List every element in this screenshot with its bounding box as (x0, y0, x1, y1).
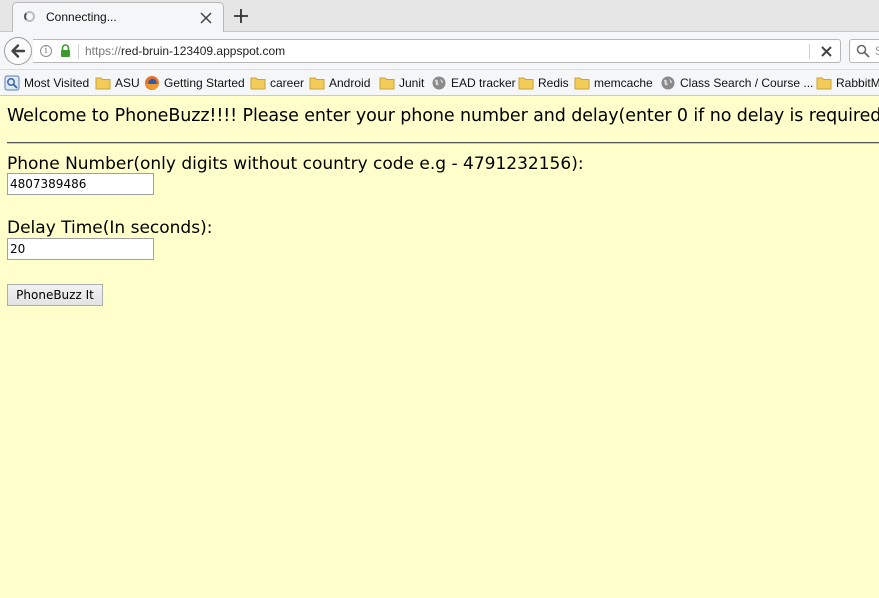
bookmark-label: Getting Started (164, 76, 245, 90)
welcome-heading: Welcome to PhoneBuzz!!!! Please enter yo… (7, 106, 879, 126)
url-host: red-bruin-123409.appspot.com (121, 44, 286, 58)
back-arrow-icon (11, 44, 26, 58)
new-tab-icon[interactable] (232, 7, 250, 25)
folder-icon (95, 77, 111, 90)
search-placeholder: S (875, 44, 879, 58)
globe-icon (661, 76, 675, 90)
folder-icon (518, 77, 534, 90)
navigation-bar: i https://red-bruin-123409.appspot.com S (0, 32, 879, 70)
most-visited-icon (4, 75, 20, 91)
bookmarks-bar: Most Visited ASU Getting Started career … (0, 70, 879, 96)
firefox-icon (145, 76, 159, 90)
back-button[interactable] (4, 37, 32, 65)
bookmark-label: career (270, 76, 305, 90)
bookmark-label: Class Search / Course ... (680, 76, 814, 90)
bookmark-label: EAD tracker (451, 76, 516, 90)
folder-icon (250, 77, 266, 90)
url-separator (78, 44, 79, 59)
close-tab-icon[interactable] (199, 11, 213, 25)
stop-icon[interactable] (819, 44, 834, 59)
horizontal-rule (7, 142, 879, 144)
phone-number-input[interactable] (7, 173, 154, 195)
phone-number-label: Phone Number(only digits without country… (7, 154, 584, 174)
delay-time-input[interactable] (7, 238, 154, 260)
lock-icon[interactable] (60, 44, 71, 58)
bookmark-label: memcache (594, 76, 653, 90)
url-protocol: https:// (85, 44, 122, 58)
loading-spinner-icon (24, 11, 35, 22)
page-content: Welcome to PhoneBuzz!!!! Please enter yo… (0, 97, 879, 598)
bookmark-label: ASU (115, 76, 140, 90)
search-icon (856, 44, 870, 58)
delay-time-label: Delay Time(In seconds): (7, 218, 213, 238)
globe-icon (432, 76, 446, 90)
bookmark-label: Junit (399, 76, 425, 90)
bookmark-label: Most Visited (24, 76, 90, 90)
bookmark-label: Redis (538, 76, 569, 90)
url-separator-right (809, 44, 810, 59)
url-bar[interactable]: i https://red-bruin-123409.appspot.com (33, 39, 841, 63)
folder-icon (309, 77, 325, 90)
folder-icon (379, 77, 395, 90)
info-icon[interactable]: i (40, 45, 52, 57)
bookmark-label: RabbitM (836, 76, 879, 90)
url-text[interactable]: https://red-bruin-123409.appspot.com (85, 44, 285, 58)
browser-tab[interactable]: Connecting... (12, 2, 224, 32)
phonebuzz-submit-button[interactable]: PhoneBuzz It (7, 284, 103, 306)
tab-strip: Connecting... (0, 0, 879, 32)
tab-title: Connecting... (46, 10, 117, 24)
search-box[interactable]: S (849, 39, 879, 63)
folder-icon (816, 77, 832, 90)
folder-icon (574, 77, 590, 90)
bookmark-label: Android (329, 76, 371, 90)
